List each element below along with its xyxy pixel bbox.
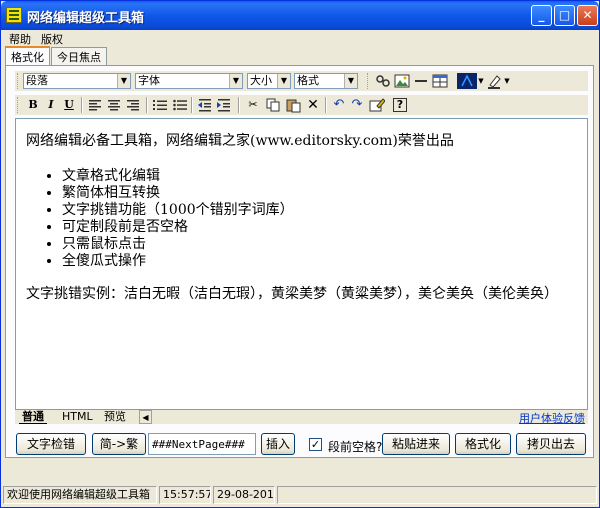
feedback-link[interactable]: 用户体验反馈 [519,410,585,426]
table-icon[interactable] [432,73,448,89]
chevron-down-icon: ▼ [277,74,290,88]
close-button[interactable]: ✕ [577,5,598,26]
redo-icon[interactable]: ↷ [349,97,365,113]
tab-preview[interactable]: 预览 [101,410,129,424]
cut-icon[interactable]: ✂ [245,97,261,113]
paste-in-button[interactable]: 粘贴进来 [382,433,450,455]
window-title: 网络编辑超级工具箱 [27,11,145,26]
menu-bar: 帮助 版权 [1,30,599,47]
status-bar: 欢迎使用网络编辑超级工具箱 15:57:57 29-08-2011 [1,483,599,507]
status-message: 欢迎使用网络编辑超级工具箱 [3,486,157,504]
image-icon[interactable] [394,73,410,89]
app-icon [6,7,22,23]
chevron-down-icon: ▼ [117,74,130,88]
undo-icon[interactable]: ↶ [331,97,347,113]
paragraph-select[interactable]: 段落 ▼ [23,73,131,89]
menu-help[interactable]: 帮助 [9,31,31,47]
title-bar[interactable]: 网络编辑超级工具箱 _ □ ✕ [1,1,599,30]
ordered-list-icon[interactable] [152,97,168,113]
outdent-icon[interactable] [197,97,213,113]
menu-copyright[interactable]: 版权 [41,31,63,47]
list-item: 可定制段前是否空格 [62,219,577,236]
size-select-value: 大小 [250,74,272,87]
toolbar-grip[interactable] [367,73,370,89]
list-item: 只需鼠标点击 [62,236,577,253]
list-item: 文字挑错功能（1000个错别字词库） [62,202,577,219]
toolbar-separator [191,97,193,113]
tab-normal[interactable]: 普通 [19,410,47,424]
status-date: 29-08-2011 [213,486,275,504]
help-icon[interactable]: ? [393,98,407,112]
status-empty-cell [277,486,597,504]
format-select-value: 格式 [297,74,319,87]
nextpage-input[interactable] [148,433,256,455]
scroll-left-icon[interactable]: ◀ [139,410,152,424]
minimize-button[interactable]: _ [531,5,552,26]
align-right-icon[interactable] [125,97,141,113]
check-text-button[interactable]: 文字检错 [16,433,86,455]
paste-icon[interactable] [285,97,301,113]
editor-example: 文字挑错实例：洁白无暇（洁白无瑕），黄梁美梦（黄粱美梦），美仑美奂（美伦美奂） [26,286,558,302]
paragraph-select-value: 段落 [26,74,48,87]
list-item: 繁简体相互转换 [62,185,577,202]
indent-icon[interactable] [216,97,232,113]
indent-checkbox-label: 段前空格? [328,440,383,454]
toolbar-separator [81,97,83,113]
highlight-icon[interactable] [486,73,502,89]
size-select[interactable]: 大小 ▼ [247,73,291,89]
convert-button[interactable]: 简->繁 [92,433,146,455]
feature-list: 文章格式化编辑 繁简体相互转换 文字挑错功能（1000个错别字词库） 可定制段前… [26,168,577,270]
toolbar-separator [146,97,148,113]
app-window: 网络编辑超级工具箱 _ □ ✕ 帮助 版权 格式化 今日焦点 段落 ▼ 字体 ▼… [0,0,600,508]
align-center-icon[interactable] [106,97,122,113]
tab-html[interactable]: HTML [59,410,96,424]
tab-today-focus[interactable]: 今日焦点 [51,47,107,65]
copy-out-button[interactable]: 拷贝出去 [516,433,586,455]
toolbar-grip[interactable] [17,73,20,89]
toolbar-separator [238,97,240,113]
unordered-list-icon[interactable] [172,97,188,113]
chevron-down-icon: ▼ [344,74,357,88]
copy-icon[interactable] [265,97,281,113]
align-left-icon[interactable] [87,97,103,113]
format-button[interactable]: 格式化 [455,433,511,455]
toolbar-separator [325,97,327,113]
chevron-down-icon[interactable]: ▼ [503,73,511,89]
horizontal-rule-icon[interactable] [413,73,429,89]
editor-intro: 网络编辑必备工具箱，网络编辑之家(www.editorsky.com)荣誉出品 [26,133,454,149]
format-select[interactable]: 格式 ▼ [294,73,358,89]
delete-icon[interactable]: ✕ [305,97,321,113]
list-item: 全傻瓜式操作 [62,253,577,270]
view-tabs: 普通 HTML 预览 ◀ 用户体验反馈 [15,410,588,426]
editor-area[interactable]: 网络编辑必备工具箱，网络编辑之家(www.editorsky.com)荣誉出品 … [15,118,588,410]
underline-icon[interactable]: U [61,97,77,113]
status-time: 15:57:57 [159,486,211,504]
font-select[interactable]: 字体 ▼ [135,73,243,89]
toolbar-grip[interactable] [17,97,20,113]
font-select-value: 字体 [138,74,160,87]
font-color-icon[interactable] [457,73,477,89]
maximize-button[interactable]: □ [554,5,575,26]
italic-icon[interactable]: I [43,97,59,113]
insert-button[interactable]: 插入 [261,433,295,455]
indent-checkbox[interactable]: ✓ [309,438,322,451]
bold-icon[interactable]: B [25,97,41,113]
link-icon[interactable] [375,73,391,89]
chevron-down-icon[interactable]: ▼ [477,73,485,89]
toolbar-row-2: B I U ✂ ✕ ↶ ↷ ? [15,95,588,115]
edit-icon[interactable] [369,97,386,113]
toolbar-row-1: 段落 ▼ 字体 ▼ 大小 ▼ 格式 ▼ ▼ ▼ [15,71,588,91]
chevron-down-icon: ▼ [229,74,242,88]
list-item: 文章格式化编辑 [62,168,577,185]
tab-format[interactable]: 格式化 [5,46,50,66]
